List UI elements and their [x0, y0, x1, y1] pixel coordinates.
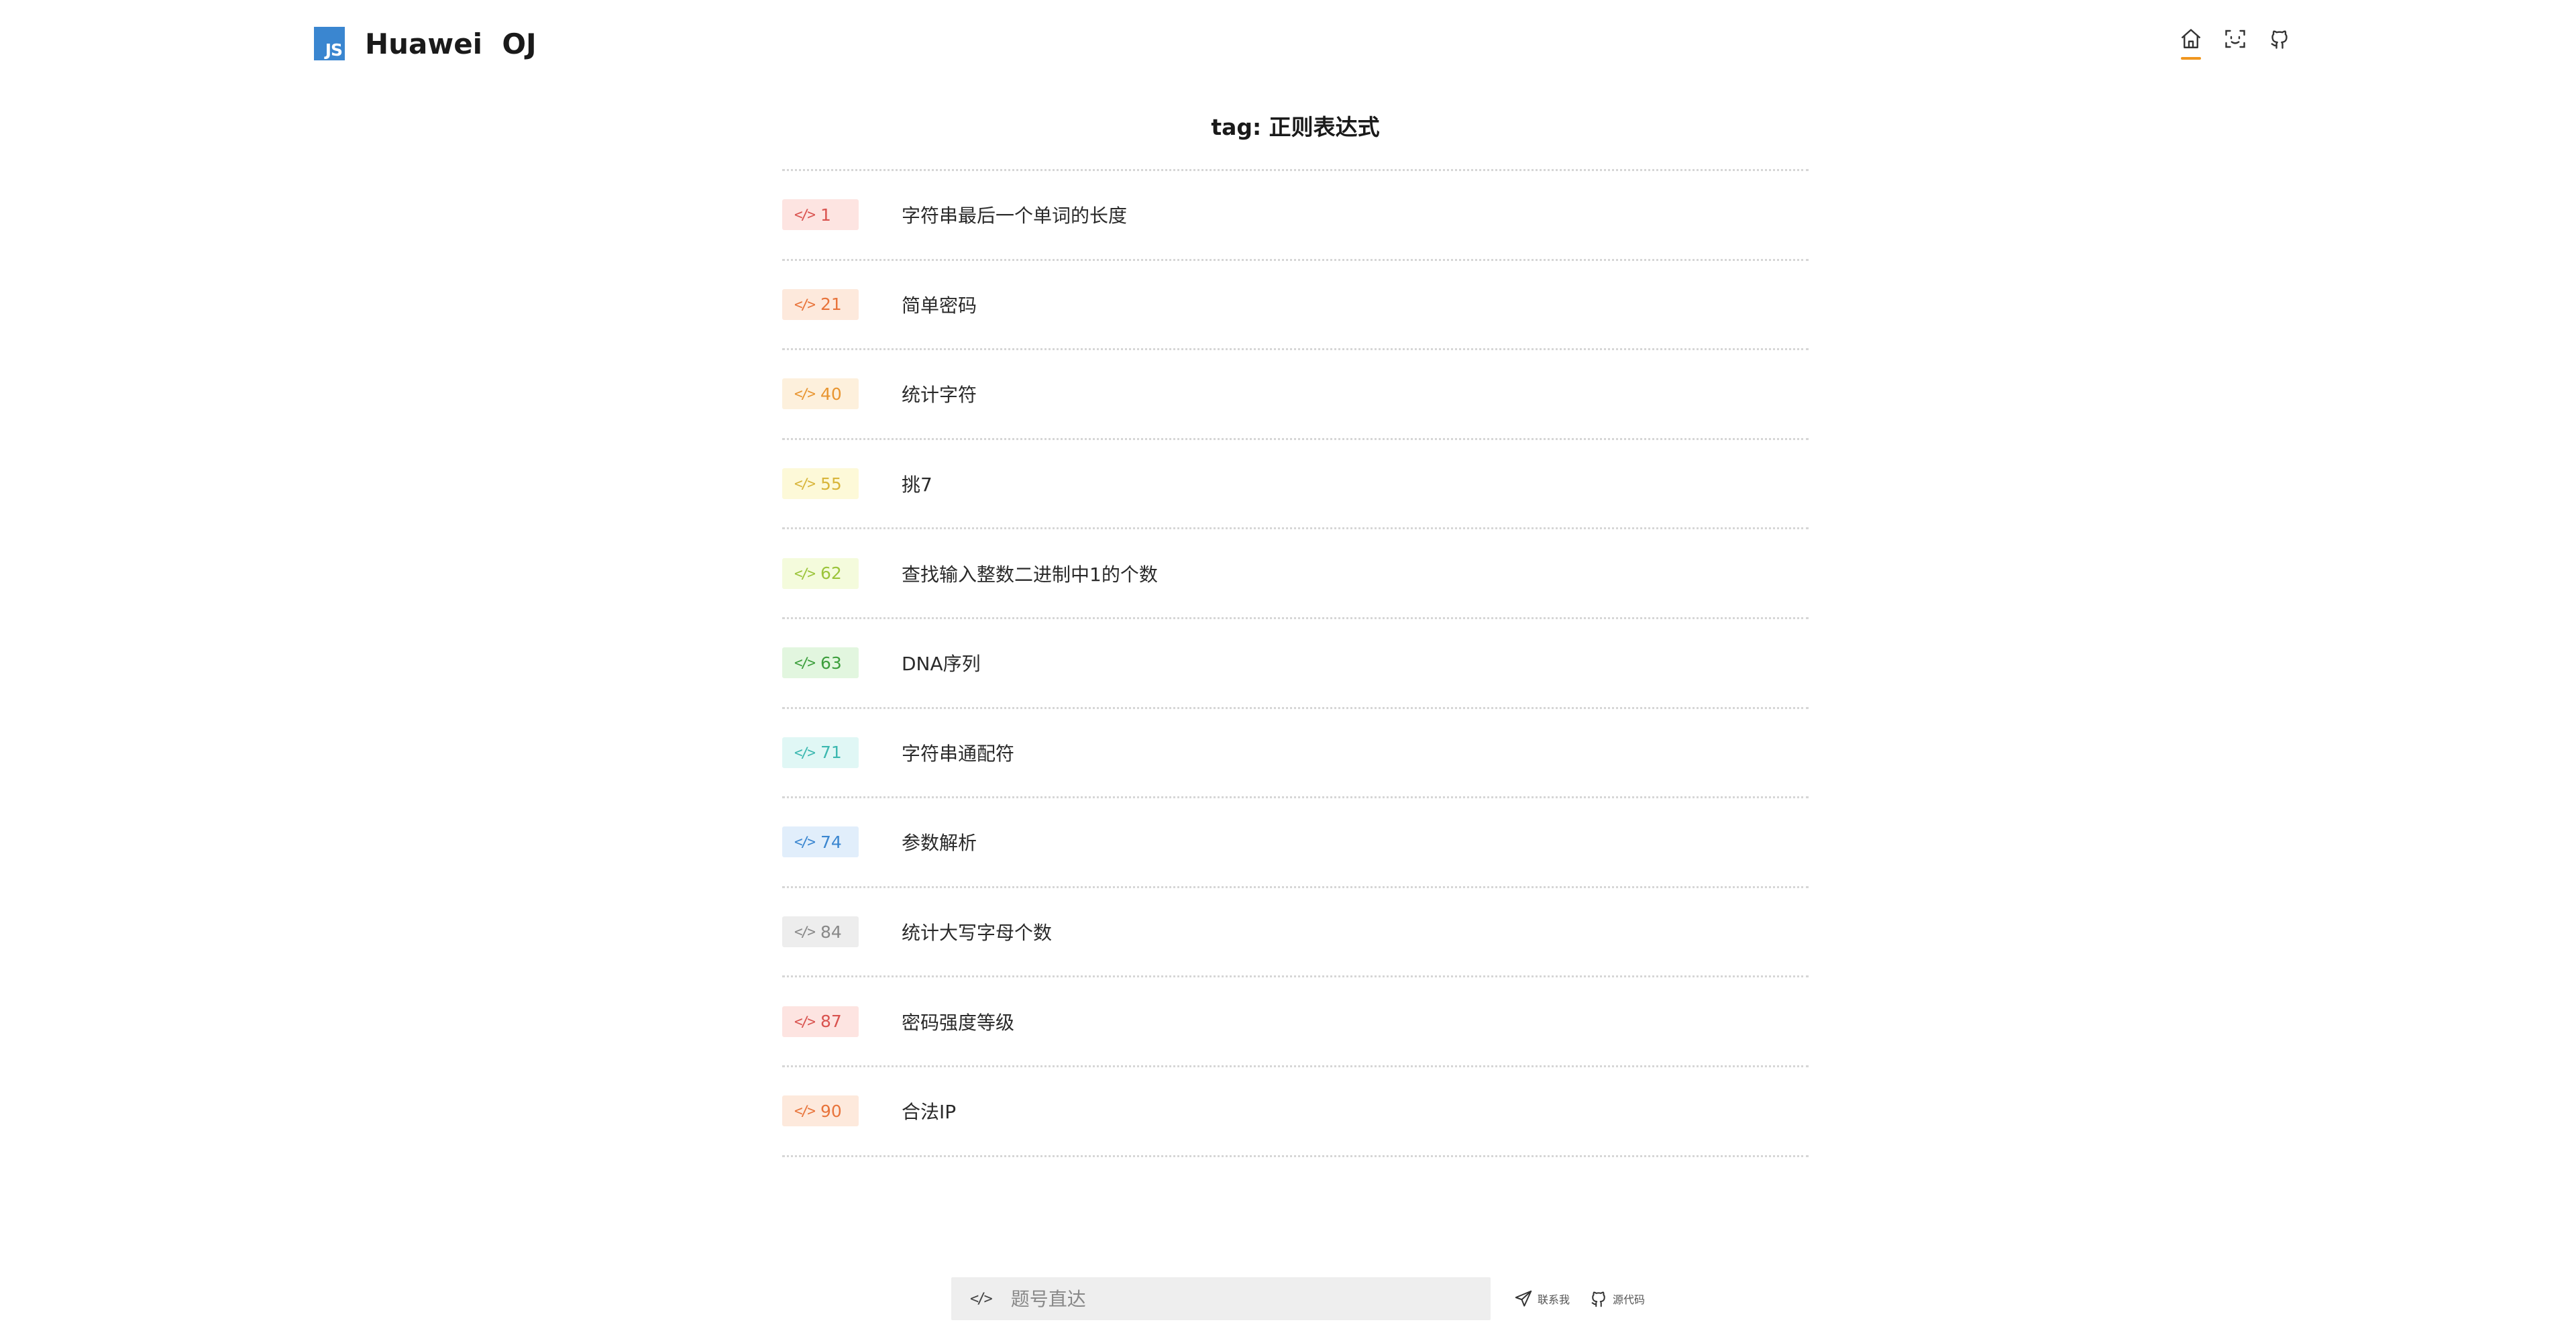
problem-row[interactable]: </> 90 合法IP [782, 1067, 1809, 1157]
problem-title[interactable]: 挑7 [902, 470, 932, 497]
problem-title[interactable]: 合法IP [902, 1097, 956, 1124]
problem-id-badge[interactable]: </> 87 [782, 1006, 859, 1037]
problem-id: 84 [820, 922, 842, 942]
problem-title[interactable]: 查找输入整数二进制中1的个数 [902, 560, 1158, 587]
js-logo-icon: JS [314, 27, 345, 60]
code-icon: </> [794, 476, 816, 492]
source-label: 源代码 [1613, 1293, 1646, 1306]
footer: </> 联系我 源代码 [951, 1277, 1664, 1320]
problem-title[interactable]: 密码强度等级 [902, 1008, 1014, 1035]
github-icon [1591, 1291, 1605, 1307]
problem-id-badge[interactable]: </> 62 [782, 557, 859, 589]
problem-id-badge[interactable]: </> 40 [782, 378, 859, 410]
scan-icon [2225, 30, 2245, 48]
problem-row[interactable]: </> 74 参数解析 [782, 798, 1809, 888]
problem-id: 74 [820, 832, 842, 852]
code-icon: </> [794, 1013, 816, 1030]
problem-title[interactable]: DNA序列 [902, 649, 981, 676]
problem-id-badge[interactable]: </> 21 [782, 288, 859, 320]
problem-id: 1 [820, 205, 831, 225]
problem-row[interactable]: </> 63 DNA序列 [782, 619, 1809, 709]
problem-id-badge[interactable]: </> 55 [782, 468, 859, 500]
problem-title[interactable]: 字符串通配符 [902, 739, 1014, 766]
problem-list: </> 1 字符串最后一个单词的长度 </> 21 简单密码 </> 40 统计字符 </> 55 挑… [782, 171, 1809, 1157]
problem-id: 87 [820, 1012, 842, 1032]
code-icon: </> [794, 924, 816, 941]
problem-id: 21 [820, 294, 842, 315]
nav-github[interactable] [2266, 27, 2293, 64]
code-icon: </> [794, 655, 816, 672]
problem-id-badge[interactable]: </> 84 [782, 916, 859, 948]
problem-id-badge[interactable]: </> 63 [782, 647, 859, 679]
source-link[interactable]: 源代码 [1589, 1289, 1645, 1309]
problem-id: 90 [820, 1101, 842, 1121]
problem-id-badge[interactable]: </> 90 [782, 1095, 859, 1127]
problem-id: 63 [820, 653, 842, 673]
code-icon: </> [794, 744, 816, 761]
problem-row[interactable]: </> 21 简单密码 [782, 261, 1809, 351]
nav-home[interactable] [2178, 27, 2204, 64]
code-icon: </> [794, 386, 816, 402]
contact-link[interactable]: 联系我 [1513, 1289, 1570, 1309]
problem-row[interactable]: </> 71 字符串通配符 [782, 709, 1809, 799]
code-icon: </> [794, 565, 816, 582]
code-icon: </> [794, 296, 816, 313]
code-icon: </> [794, 207, 816, 223]
site-title[interactable]: Huawei OJ [365, 28, 537, 60]
contact-label: 联系我 [1538, 1293, 1570, 1306]
page-title: tag: 正则表达式 [782, 111, 1809, 171]
problem-title[interactable]: 统计字符 [902, 380, 977, 407]
problem-row[interactable]: </> 87 密码强度等级 [782, 977, 1809, 1067]
home-icon [2181, 29, 2201, 48]
problem-title[interactable]: 字符串最后一个单词的长度 [902, 201, 1127, 228]
problem-title[interactable]: 参数解析 [902, 828, 977, 855]
jump-box: </> [951, 1277, 1491, 1320]
problem-row[interactable]: </> 55 挑7 [782, 440, 1809, 530]
code-icon: </> [794, 1103, 816, 1120]
problem-row[interactable]: </> 62 查找输入整数二进制中1的个数 [782, 529, 1809, 619]
problem-title[interactable]: 统计大写字母个数 [902, 918, 1052, 945]
problem-id-badge[interactable]: </> 71 [782, 737, 859, 768]
code-icon: </> [794, 834, 816, 851]
problem-row[interactable]: </> 1 字符串最后一个单词的长度 [782, 171, 1809, 261]
send-icon [1515, 1290, 1532, 1307]
problem-row[interactable]: </> 84 统计大写字母个数 [782, 888, 1809, 978]
problem-id-badge[interactable]: </> 74 [782, 826, 859, 858]
github-icon [2271, 30, 2288, 49]
brand[interactable]: JS Huawei OJ [314, 27, 537, 60]
main-content: tag: 正则表达式 </> 1 字符串最后一个单词的长度 </> 21 简单密码 </> 4… [782, 111, 1809, 1157]
problem-id: 40 [820, 384, 842, 404]
header: JS Huawei OJ [0, 0, 2576, 87]
problem-id: 62 [820, 563, 842, 584]
nav-icons [2178, 27, 2293, 64]
problem-id: 55 [820, 474, 842, 494]
code-icon: </> [970, 1290, 993, 1307]
nav-scan[interactable] [2222, 27, 2249, 64]
logo-text: JS [325, 40, 343, 60]
problem-title[interactable]: 简单密码 [902, 291, 977, 318]
problem-row[interactable]: </> 40 统计字符 [782, 350, 1809, 440]
problem-id-badge[interactable]: </> 1 [782, 199, 859, 231]
problem-id: 71 [820, 743, 842, 763]
active-indicator [2181, 57, 2201, 60]
jump-input[interactable] [1009, 1287, 1466, 1311]
